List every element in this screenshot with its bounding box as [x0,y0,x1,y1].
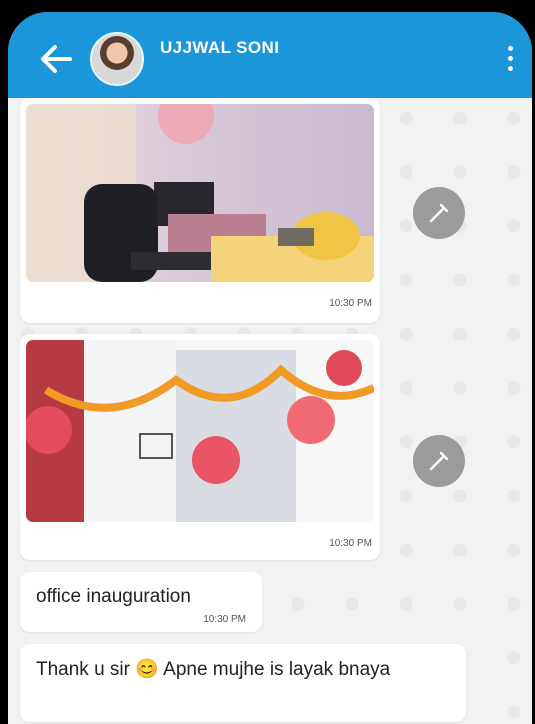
office-photo-desk[interactable] [26,104,374,282]
message-timestamp: 10:30 PM [329,538,372,549]
more-vert-icon[interactable] [508,46,514,74]
share-brush-icon [429,203,449,223]
share-brush-icon [429,451,449,471]
avatar[interactable] [90,32,144,86]
contact-name[interactable]: UJJWAL SONI [160,38,279,58]
share-button[interactable] [413,435,465,487]
office-photo-decorations[interactable] [26,340,374,522]
message-text: office inauguration [36,586,191,607]
back-arrow-icon[interactable] [38,44,74,74]
image-message-bubble[interactable]: 10:30 PM [20,334,380,560]
message-timestamp: 10:30 PM [329,298,372,309]
text-message-bubble[interactable]: office inauguration 10:30 PM [20,572,262,632]
chat-header: UJJWAL SONI [8,12,532,98]
message-timestamp: 10:30 PM [203,614,246,625]
chat-screen: UJJWAL SONI 10:30 PM 10:30 PM office ina… [8,12,532,724]
text-message-bubble[interactable]: Thank u sir 😊 Apne mujhe is layak bnaya [20,644,466,722]
image-message-bubble[interactable]: 10:30 PM [20,98,380,323]
share-button[interactable] [413,187,465,239]
message-text: Thank u sir 😊 Apne mujhe is layak bnaya [36,659,391,680]
